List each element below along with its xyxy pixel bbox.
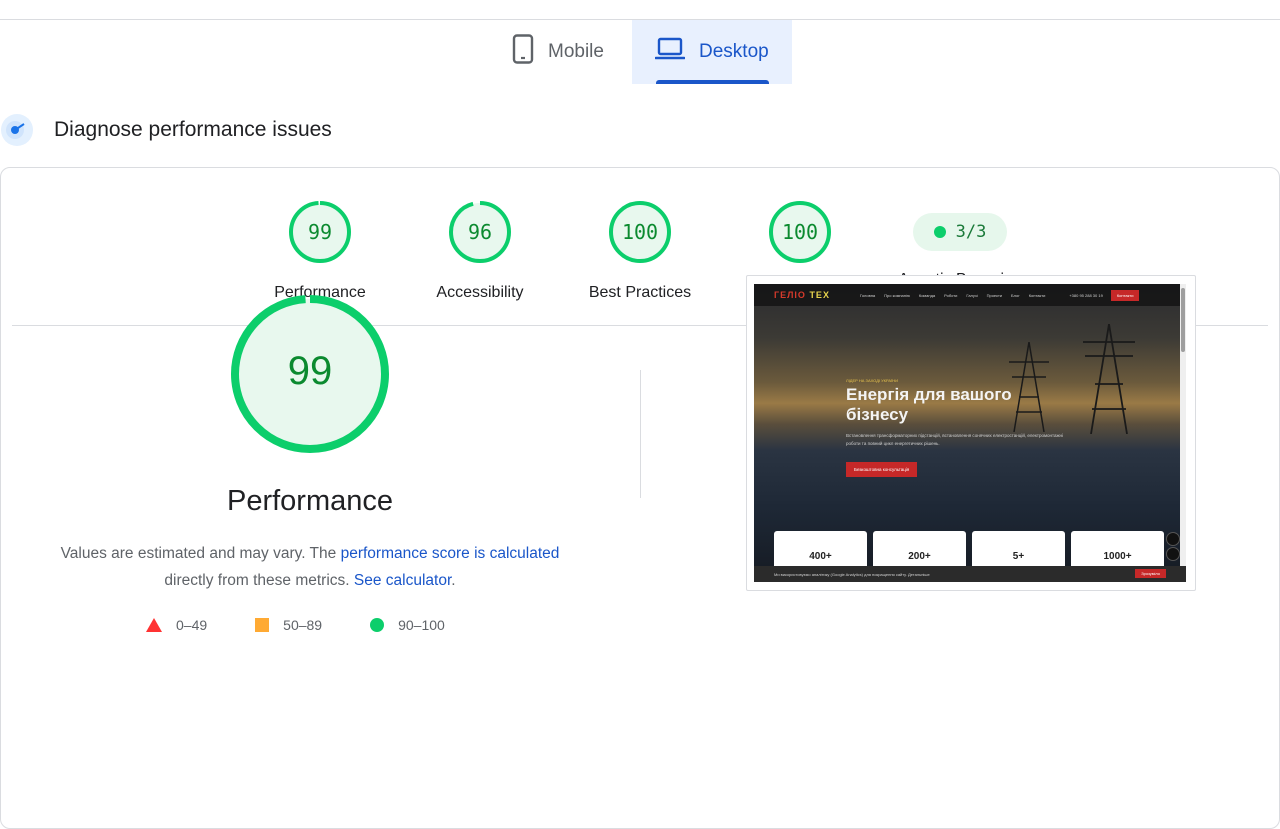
scrollbar-thumb bbox=[1181, 288, 1185, 352]
menu-item: Про компанію bbox=[884, 292, 910, 298]
tab-mobile[interactable]: Mobile bbox=[492, 20, 632, 84]
desc-text-middle: directly from these metrics. bbox=[164, 572, 350, 589]
score-label: Accessibility bbox=[436, 284, 524, 301]
fail-triangle-icon bbox=[146, 618, 162, 632]
menu-item: Головна bbox=[859, 292, 876, 298]
whatsapp-icon bbox=[1166, 532, 1180, 546]
performance-description: Values are estimated and may vary. The p… bbox=[40, 540, 580, 594]
vertical-divider bbox=[640, 370, 641, 498]
power-tower-image bbox=[1083, 324, 1135, 434]
menu-item: Роботи bbox=[944, 292, 958, 298]
tab-selected-indicator bbox=[656, 80, 769, 84]
stats-row: 400+ 200+ 5+ 1000+ bbox=[774, 531, 1164, 571]
tab-desktop[interactable]: Desktop bbox=[632, 20, 792, 84]
site-phone: +380 95 288 30 19 bbox=[1069, 292, 1103, 298]
tab-mobile-label: Mobile bbox=[548, 41, 604, 62]
score-value: 100 bbox=[621, 220, 659, 244]
hero-cta: Безкоштовна консультація bbox=[846, 462, 918, 477]
performance-score-link[interactable]: performance score is calculated bbox=[341, 545, 560, 562]
score-ring: 96 bbox=[448, 200, 512, 264]
score-legend: 0–49 50–89 90–100 bbox=[146, 617, 493, 633]
menu-item: Галузі bbox=[966, 292, 978, 298]
stat-card: 1000+ bbox=[1071, 531, 1164, 571]
menu-item: Контакти bbox=[1028, 292, 1046, 298]
smartphone-icon bbox=[512, 34, 534, 70]
score-value: 100 bbox=[781, 220, 819, 244]
page-screenshot-thumbnail[interactable]: ГЕЛІО ТЕХ Головна Про компанію Команда Р… bbox=[746, 275, 1196, 591]
score-value: 96 bbox=[467, 220, 493, 244]
site-menu: Головна Про компанію Команда Роботи Галу… bbox=[860, 293, 1045, 298]
performance-title: Performance bbox=[226, 485, 393, 517]
cookie-button: Зрозуміло bbox=[1135, 569, 1166, 578]
device-tabs: Mobile Desktop bbox=[492, 20, 792, 84]
pass-circle-icon bbox=[370, 618, 385, 632]
desc-text-suffix: . bbox=[451, 572, 456, 589]
site-nav-button: Контакти bbox=[1110, 289, 1140, 301]
score-value: 99 bbox=[307, 220, 333, 244]
screenshot-image: ГЕЛІО ТЕХ Головна Про компанію Команда Р… bbox=[754, 284, 1186, 582]
site-nav: ГЕЛІО ТЕХ Головна Про компанію Команда Р… bbox=[754, 284, 1186, 306]
agentic-score-pill: 3/3 bbox=[913, 213, 1007, 251]
legend-range: 90–100 bbox=[398, 617, 445, 633]
pass-dot-icon bbox=[933, 226, 946, 238]
hero-headline: Енергія для вашого бізнесу bbox=[846, 385, 1012, 424]
hero-subtext: Встановлення трансформаторних підстанцій… bbox=[846, 433, 1064, 446]
hero-kicker: ЛІДЕР НА ЗАХОДІ УКРАЇНИ bbox=[846, 378, 898, 383]
tab-desktop-label: Desktop bbox=[699, 41, 769, 62]
diagnose-title: Diagnose performance issues bbox=[54, 118, 332, 141]
legend-range: 0–49 bbox=[176, 617, 208, 633]
score-ring: 100 bbox=[608, 200, 672, 264]
desc-text-prefix: Values are estimated and may vary. The bbox=[60, 545, 341, 562]
performance-main-gauge: 99 bbox=[229, 293, 391, 455]
legend-item-average: 50–89 bbox=[255, 617, 322, 633]
average-square-icon bbox=[255, 618, 270, 632]
screenshot-scrollbar bbox=[1180, 284, 1186, 566]
cookie-banner: Ми використовуємо аналітику (Google Anal… bbox=[754, 566, 1186, 582]
gauge-performance[interactable]: 99 Performance bbox=[240, 200, 400, 302]
chat-icon bbox=[1166, 547, 1180, 561]
site-logo: ГЕЛІО ТЕХ bbox=[774, 290, 830, 300]
gauge-icon bbox=[0, 113, 34, 147]
see-calculator-link[interactable]: See calculator bbox=[354, 572, 451, 589]
menu-item: Блог bbox=[1011, 292, 1020, 298]
gauge-best-practices[interactable]: 100 Best Practices bbox=[560, 200, 720, 302]
laptop-icon bbox=[654, 37, 686, 67]
agentic-score-value: 3/3 bbox=[955, 222, 987, 242]
stat-card: 400+ bbox=[774, 531, 867, 571]
gauge-accessibility[interactable]: 96 Accessibility bbox=[400, 200, 560, 302]
menu-item: Проекти bbox=[986, 292, 1003, 298]
score-label: Best Practices bbox=[588, 284, 692, 301]
score-ring: 100 bbox=[768, 200, 832, 264]
diagnose-section-header: Diagnose performance issues bbox=[0, 110, 332, 150]
menu-item: Команда bbox=[918, 292, 936, 298]
legend-item-fail: 0–49 bbox=[146, 617, 207, 633]
cookie-text: Ми використовуємо аналітику (Google Anal… bbox=[774, 571, 930, 577]
performance-score-value: 99 bbox=[287, 349, 333, 393]
legend-item-pass: 90–100 bbox=[370, 617, 445, 633]
stat-card: 200+ bbox=[873, 531, 966, 571]
score-ring: 99 bbox=[288, 200, 352, 264]
legend-range: 50–89 bbox=[283, 617, 323, 633]
stat-card: 5+ bbox=[972, 531, 1065, 571]
